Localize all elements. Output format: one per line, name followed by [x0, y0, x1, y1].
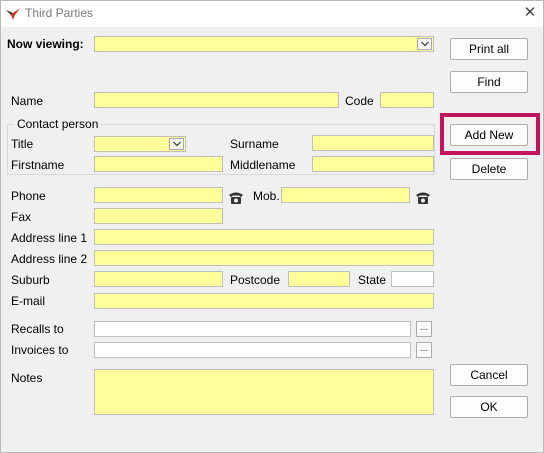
contact-person-group-title: Contact person: [14, 117, 102, 131]
middlename-field[interactable]: [312, 156, 434, 172]
surname-label: Surname: [230, 137, 279, 151]
telephone-icon[interactable]: [228, 191, 244, 205]
firstname-label: Firstname: [11, 158, 65, 172]
postcode-label: Postcode: [230, 273, 281, 287]
name-label: Name: [11, 94, 44, 108]
phone-field[interactable]: [94, 187, 223, 203]
middlename-label: Middlename: [230, 158, 296, 172]
invoices-to-label: Invoices to: [11, 343, 69, 357]
chevron-down-icon[interactable]: [169, 138, 184, 150]
suburb-label: Suburb: [11, 273, 50, 287]
third-parties-window: Third Parties ✕ Now viewing: Print all F…: [0, 0, 544, 453]
code-label: Code: [345, 94, 374, 108]
address-line-1-label: Address line 1: [11, 231, 88, 245]
fax-label: Fax: [11, 210, 32, 224]
address-line-2-label: Address line 2: [11, 252, 88, 266]
chevron-down-icon[interactable]: [417, 38, 432, 50]
invoices-to-browse-button[interactable]: ...: [416, 342, 432, 358]
email-field[interactable]: [94, 293, 434, 309]
find-button[interactable]: Find: [450, 71, 528, 93]
mob-label: Mob.: [253, 189, 280, 203]
mob-field[interactable]: [281, 187, 410, 203]
fax-field[interactable]: [94, 208, 223, 224]
address-line-1-field[interactable]: [94, 229, 434, 245]
state-label: State: [358, 273, 387, 287]
now-viewing-label: Now viewing:: [7, 37, 84, 51]
postcode-field[interactable]: [288, 271, 350, 287]
recalls-to-browse-button[interactable]: ...: [416, 321, 432, 337]
add-new-highlight-box: [440, 113, 540, 155]
title-label: Title: [11, 137, 34, 151]
recalls-to-field[interactable]: [94, 321, 411, 337]
window-title: Third Parties: [25, 6, 94, 20]
telephone-icon[interactable]: [415, 191, 431, 205]
phone-label: Phone: [11, 189, 46, 203]
code-field[interactable]: [380, 92, 434, 108]
surname-field[interactable]: [312, 135, 434, 151]
invoices-to-field[interactable]: [94, 342, 411, 358]
recalls-to-label: Recalls to: [11, 322, 64, 336]
notes-label: Notes: [11, 371, 43, 385]
delete-button[interactable]: Delete: [450, 158, 528, 180]
name-field[interactable]: [94, 92, 339, 108]
app-logo-icon: [6, 8, 20, 20]
firstname-field[interactable]: [94, 156, 223, 172]
print-all-button[interactable]: Print all: [450, 38, 528, 60]
now-viewing-select[interactable]: [94, 36, 434, 52]
ok-button[interactable]: OK: [450, 396, 528, 418]
cancel-button[interactable]: Cancel: [450, 364, 528, 386]
notes-field[interactable]: [94, 369, 434, 415]
close-icon[interactable]: ✕: [521, 4, 539, 22]
suburb-field[interactable]: [94, 271, 223, 287]
title-bar: Third Parties ✕: [1, 1, 543, 27]
email-label: E-mail: [11, 294, 46, 308]
address-line-2-field[interactable]: [94, 250, 434, 266]
state-field[interactable]: [391, 271, 434, 287]
title-select[interactable]: [94, 136, 186, 152]
